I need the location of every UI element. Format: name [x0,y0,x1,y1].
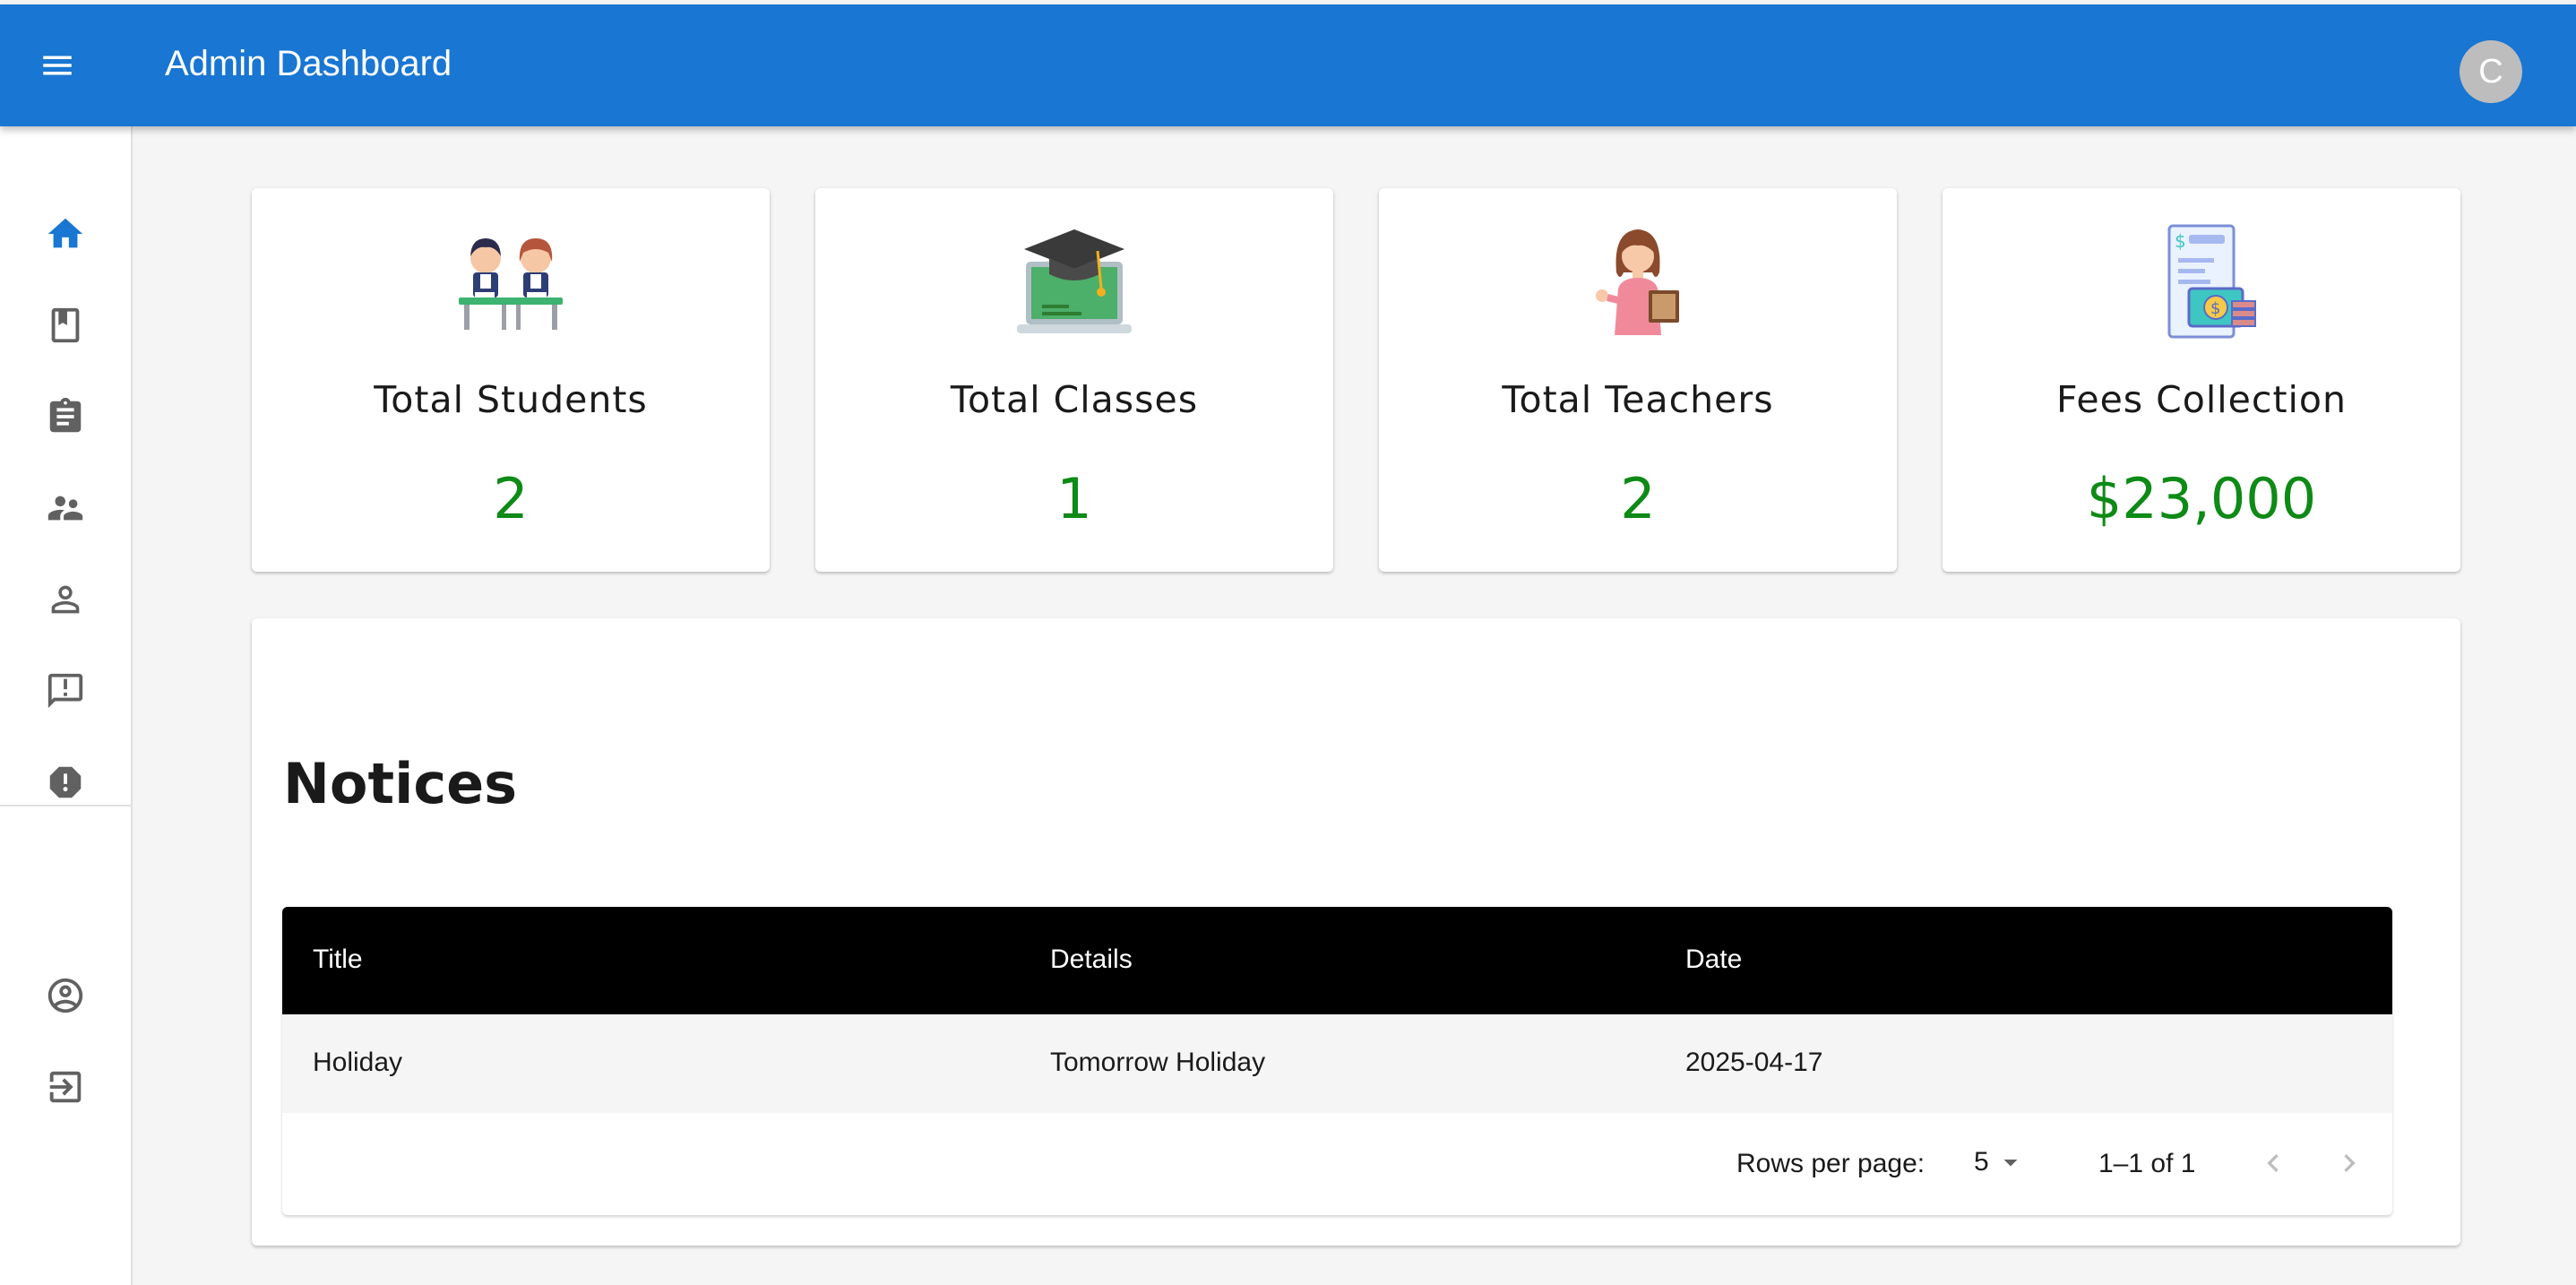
cell-title: Holiday [313,1048,403,1077]
svg-text:$: $ [2210,299,2220,318]
sidebar-item-classes[interactable] [0,280,131,370]
stat-card-fees: $ $ Fees Collection $23,000 [1943,188,2460,572]
pagination-range: 1–1 of 1 [2098,1149,2196,1178]
column-header-details: Details [1050,944,1133,974]
stat-value: 2 [493,466,529,531]
rows-per-page-value: 5 [1974,1147,1989,1177]
report-icon [49,766,82,798]
stat-value: 2 [1620,466,1656,531]
sidebar-item-complains[interactable] [0,737,131,827]
sidebar-item-subjects[interactable] [0,372,131,461]
notices-card: Notices Title Details Date Holiday Tomor… [252,618,2460,1246]
table-header: Title Details Date [282,907,2392,1014]
sidebar-divider [0,805,131,806]
assignment-icon [49,397,82,433]
stat-card-teachers: Total Teachers 2 [1379,188,1897,572]
next-page-button[interactable] [2322,1136,2376,1190]
sidebar-item-profile[interactable] [0,951,131,1040]
students-illustration-icon [459,238,563,330]
chevron-left-icon [2267,1154,2279,1172]
stat-card-classes: Total Classes 1 [815,188,1333,572]
stat-value: 1 [1056,466,1092,531]
menu-button[interactable] [27,35,88,96]
arrow-drop-down-icon [2003,1160,2018,1167]
previous-page-button[interactable] [2246,1136,2300,1190]
fees-invoice-illustration-icon: $ $ [2167,224,2256,339]
notices-table: Title Details Date Holiday Tomorrow Holi… [282,907,2392,1215]
app-title: Admin Dashboard [165,44,452,83]
stat-title: Total Classes [950,378,1199,421]
sidebar-item-notices[interactable] [0,646,131,736]
rows-per-page-label: Rows per page: [1736,1149,1926,1178]
chevron-right-icon [2344,1154,2356,1172]
cell-details: Tomorrow Holiday [1050,1048,1266,1077]
sidebar-item-home[interactable] [0,189,131,279]
exit-to-app-icon [49,1071,82,1103]
teacher-illustration-icon [1596,229,1679,335]
table-pagination: Rows per page: 5 1–1 of 1 [282,1113,2392,1215]
home-icon [47,218,83,248]
table-row[interactable]: Holiday Tomorrow Holiday 2025-04-17 [282,1014,2392,1113]
menu-icon [43,56,72,75]
app-bar: Admin Dashboard C [0,4,2576,126]
stat-value: $23,000 [2086,466,2317,531]
svg-text:$: $ [2175,230,2186,252]
cell-date: 2025-04-17 [1685,1048,1823,1077]
notices-heading: Notices [283,751,518,816]
sidebar-item-teachers[interactable] [0,463,131,553]
column-header-date: Date [1685,944,1743,974]
announcement-icon [47,673,83,709]
person-outline-icon [51,585,80,614]
sidebar-item-students[interactable] [0,555,131,644]
supervisor-account-icon [47,496,83,521]
account-circle-icon [47,978,83,1013]
class-icon [51,307,80,343]
sidebar [0,126,133,1285]
column-header-title: Title [313,944,363,974]
rows-per-page-select[interactable]: 5 [1974,1140,2027,1185]
stat-card-students: Total Students 2 [252,188,770,572]
account-avatar[interactable]: C [2460,40,2522,103]
stat-title: Fees Collection [2056,378,2347,421]
graduation-laptop-illustration-icon [1017,229,1132,333]
stat-title: Total Teachers [1502,378,1774,421]
stat-title: Total Students [374,378,648,421]
sidebar-item-logout[interactable] [0,1042,131,1132]
